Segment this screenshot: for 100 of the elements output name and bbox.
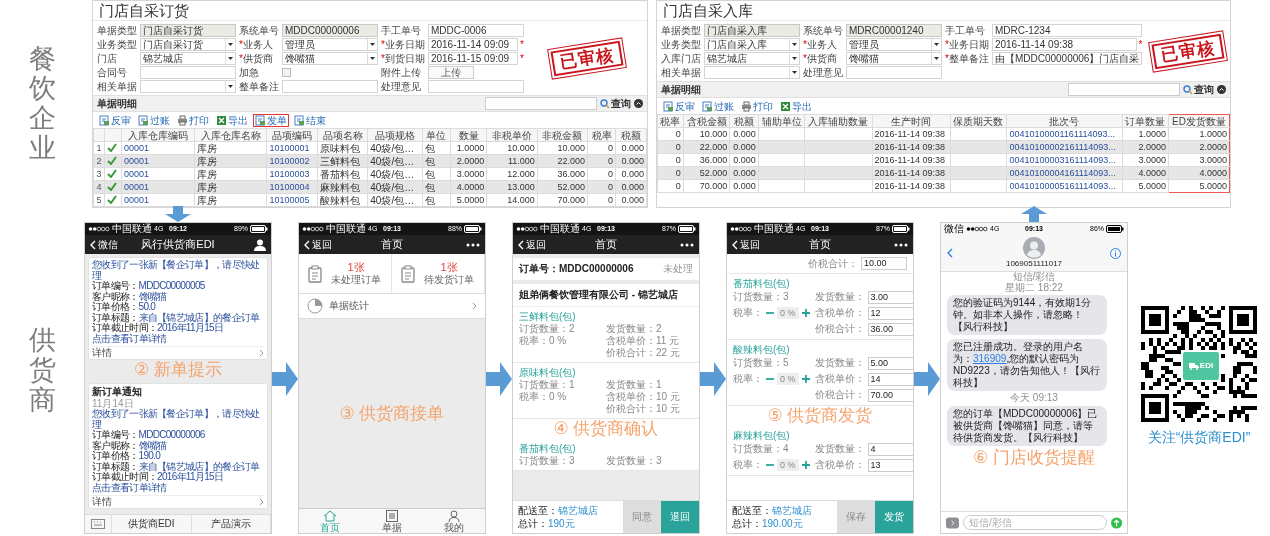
item-name: 三鲜料包(包) bbox=[519, 310, 577, 323]
field-label: 相关单据 bbox=[661, 66, 701, 79]
text-field[interactable]: 门店自采入库 bbox=[704, 24, 800, 37]
toolbar-button[interactable]: 结束 bbox=[292, 113, 328, 127]
back-button[interactable]: 返回 bbox=[732, 238, 760, 251]
text-field[interactable]: 2016-11-15 09:09 bbox=[427, 52, 518, 65]
table-cell: 0.000 bbox=[729, 179, 759, 193]
back-button[interactable]: 返回 bbox=[518, 238, 546, 251]
text-field[interactable]: 2016-11-14 09:38 bbox=[991, 38, 1137, 51]
item-detail: 订货数量：1 bbox=[519, 379, 576, 391]
amount-field[interactable]: 70.00 bbox=[867, 388, 913, 402]
amount-field[interactable]: 14 bbox=[867, 372, 913, 386]
table-cell: 36.000 bbox=[683, 153, 730, 167]
toolbar-button[interactable]: 导出 bbox=[214, 113, 250, 127]
field-label: 合同号 bbox=[97, 66, 128, 79]
message-line: 您收到了一张新【餐企订单】，请尽快处理 bbox=[92, 260, 261, 281]
toolbar-button[interactable]: 过账 bbox=[136, 113, 172, 127]
row-number: 4 bbox=[93, 180, 105, 194]
item-detail: 订货数量：3 bbox=[519, 455, 576, 467]
toolbar-button[interactable]: 导出 bbox=[778, 99, 814, 113]
dropdown-field[interactable]: 锦艺城店 bbox=[140, 52, 236, 65]
back-button[interactable]: 返回 bbox=[304, 238, 332, 251]
table-cell: 0.000 bbox=[615, 167, 647, 181]
item-detail: 价税合计：22 元 bbox=[606, 347, 681, 359]
item-detail: 税率： bbox=[733, 373, 763, 385]
required-mark: * bbox=[1138, 39, 1143, 50]
item-detail: 税率：0 % bbox=[519, 391, 568, 403]
column-header: 品项名称 bbox=[317, 128, 368, 142]
message-line: 订单价格：190.0 bbox=[92, 451, 161, 461]
search-button[interactable]: 查询 bbox=[1183, 83, 1214, 96]
menu-button[interactable]: 供货商EDI bbox=[112, 515, 192, 533]
back-button[interactable]: 微信 bbox=[90, 238, 118, 251]
text-field[interactable]: 2016-11-14 09:09 bbox=[427, 38, 518, 51]
table-cell: 0 bbox=[657, 153, 684, 167]
table-cell: 3.0000 bbox=[1122, 153, 1169, 167]
amount-field[interactable]: 3.00 bbox=[867, 290, 913, 304]
column-header: 入库仓库名称 bbox=[194, 128, 267, 142]
text-field[interactable]: MDRC-1234 bbox=[991, 24, 1143, 37]
table-cell: 库房 bbox=[194, 167, 267, 181]
amount-field[interactable]: 36.00 bbox=[867, 322, 913, 336]
toolbar-button[interactable]: 反审 bbox=[97, 113, 133, 127]
column-header: 税额 bbox=[729, 114, 759, 128]
menu-button[interactable]: 产品演示 bbox=[191, 515, 271, 533]
details-link[interactable]: 详情 bbox=[92, 495, 264, 508]
dropdown-field[interactable]: 门店自采入库 bbox=[704, 38, 800, 51]
item-detail: 发货数量：3 bbox=[606, 455, 663, 467]
text-field[interactable]: MDRC00001240 bbox=[846, 24, 942, 37]
column-header: 数量 bbox=[450, 128, 487, 142]
message-line: 您收到了一张新【餐企订单】，请尽快处理 bbox=[92, 409, 261, 430]
row-number: 1 bbox=[93, 141, 105, 155]
stats-label: 单据统计 bbox=[329, 299, 370, 313]
text-field[interactable]: 由【MDDC00000006】门店自采 bbox=[991, 52, 1143, 65]
item-detail: 含税单价：11 元 bbox=[606, 335, 681, 347]
toolbar-button[interactable]: 过账 bbox=[700, 99, 736, 113]
table-cell: 0.000 bbox=[729, 153, 759, 167]
tile-label: 未处理订单 bbox=[331, 274, 381, 286]
dropdown-field[interactable]: 馋嘴猫 bbox=[846, 52, 942, 65]
amount-field[interactable]: 10.00 bbox=[861, 257, 907, 270]
item-name: 原味料包(包) bbox=[519, 366, 577, 379]
row-number: 5 bbox=[93, 193, 105, 207]
table-cell: 40袋/包… bbox=[367, 141, 423, 155]
approval-stamp: 已审核 bbox=[1151, 33, 1225, 70]
table-cell: 包 bbox=[422, 141, 451, 155]
toolbar-button[interactable]: 反审 bbox=[661, 99, 697, 113]
table-cell: 10.000 bbox=[486, 141, 538, 155]
table-cell: 00410100001161114093... bbox=[1006, 127, 1122, 141]
dropdown-field[interactable]: 门店自采订货 bbox=[140, 38, 236, 51]
field-label: *业务日期 bbox=[945, 38, 989, 51]
search-button[interactable]: 查询 bbox=[600, 97, 631, 110]
upload-button[interactable]: 上传 bbox=[427, 66, 474, 79]
dropdown-field[interactable]: 锦艺城店 bbox=[704, 52, 800, 65]
section-title: 单据明细 bbox=[661, 83, 702, 96]
amount-field[interactable]: 4 bbox=[867, 442, 913, 456]
table-cell: 0.000 bbox=[615, 141, 647, 155]
text-field[interactable]: MDDC-0006 bbox=[427, 24, 524, 37]
message-line: 订单编号：MDDC00000006 bbox=[92, 430, 206, 441]
dropdown-field[interactable]: 馋嘴猫 bbox=[282, 52, 378, 65]
amount-field[interactable]: 12 bbox=[867, 306, 913, 320]
card-title: 新订单通知 bbox=[92, 386, 143, 398]
dropdown-field[interactable]: 管理员 bbox=[846, 38, 942, 51]
nav-title: 首页 bbox=[381, 238, 403, 251]
details-link[interactable]: 详情 bbox=[92, 346, 264, 359]
message-field[interactable]: 短信/彩信 bbox=[962, 515, 1107, 530]
item-detail: 发货数量：1 bbox=[606, 379, 663, 391]
amount-field[interactable]: 13 bbox=[867, 458, 913, 472]
toolbar-button[interactable]: 打印 bbox=[175, 113, 211, 127]
total-line: 总计：190.00元 bbox=[732, 517, 804, 530]
amount-field[interactable]: 5.00 bbox=[867, 356, 913, 370]
dropdown-field[interactable]: 管理员 bbox=[282, 38, 378, 51]
table-cell: 10.000 bbox=[537, 141, 588, 155]
text-field[interactable]: 门店自采订货 bbox=[140, 24, 236, 37]
toolbar-button[interactable]: 发单 bbox=[253, 113, 289, 127]
toolbar-button[interactable]: 打印 bbox=[739, 99, 775, 113]
tab[interactable]: 我的 bbox=[423, 509, 485, 533]
tile-label: 待发货订单 bbox=[424, 274, 474, 286]
tab[interactable]: 单据 bbox=[361, 509, 423, 533]
text-field[interactable]: MDDC00000006 bbox=[282, 24, 378, 37]
item-detail: 含税单价： bbox=[814, 373, 865, 385]
table-cell: 00410100003161114093... bbox=[1006, 153, 1122, 167]
table-cell: 14.000 bbox=[486, 193, 538, 207]
